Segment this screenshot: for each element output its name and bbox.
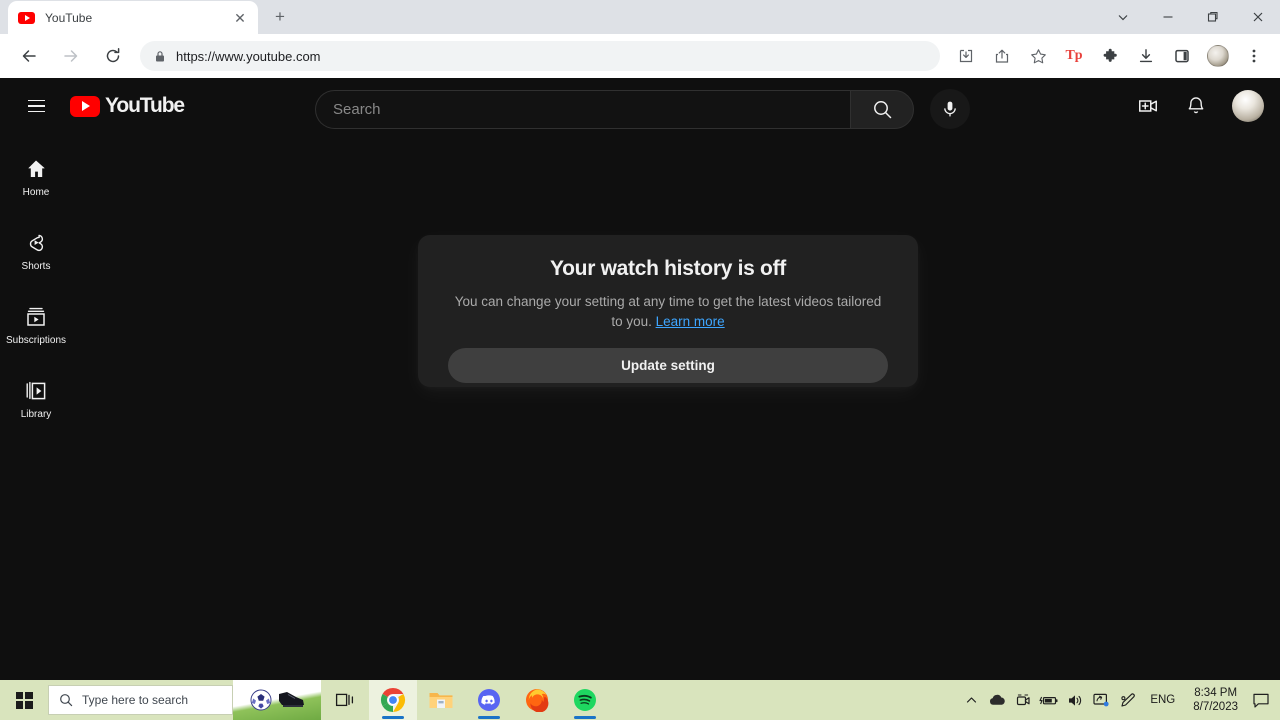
clock-date: 8/7/2023	[1193, 701, 1238, 713]
maximize-icon[interactable]	[1190, 1, 1235, 33]
volume-icon[interactable]	[1062, 680, 1088, 720]
display-share-icon[interactable]	[1088, 680, 1114, 720]
search-icon	[60, 694, 73, 707]
window-controls	[1100, 0, 1280, 34]
windows-taskbar: Type here to search ENG 8:34 PM 8/7/2023	[0, 680, 1280, 720]
taskbar-item-spotify[interactable]	[561, 680, 609, 720]
sidebar-item-subscriptions[interactable]: Subscriptions	[0, 288, 72, 362]
youtube-logo-text: YouTube	[105, 94, 185, 117]
notification-center-icon[interactable]	[1246, 680, 1276, 720]
forward-arrow-icon	[55, 40, 87, 72]
sidebar-item-label: Home	[22, 186, 50, 198]
browser-tab-youtube[interactable]: YouTube ✕	[8, 1, 258, 34]
sidebar-item-label: Library	[20, 408, 52, 420]
microphone-icon	[944, 101, 956, 117]
extension-tp-icon[interactable]: Tp	[1059, 41, 1089, 71]
lock-icon	[154, 50, 166, 63]
new-tab-button[interactable]: +	[266, 3, 294, 31]
sidebar-item-shorts[interactable]: Shorts	[0, 214, 72, 288]
sidebar-item-label: Subscriptions	[5, 334, 67, 346]
address-bar-url: https://www.youtube.com	[176, 48, 321, 64]
start-button[interactable]	[0, 680, 48, 720]
show-hidden-icons-chevron-up-icon[interactable]	[958, 680, 984, 720]
task-view-icon	[335, 693, 354, 707]
guide-hamburger-icon[interactable]	[16, 86, 56, 126]
youtube-page: YouTube Search Home Shorts Subscriptions…	[0, 78, 1280, 680]
bookmark-star-icon[interactable]	[1023, 41, 1053, 71]
watch-history-off-card: Your watch history is off You can change…	[418, 235, 918, 387]
search-area: Search	[315, 89, 970, 129]
taskbar-item-discord[interactable]	[465, 680, 513, 720]
sidebar-item-library[interactable]: Library	[0, 362, 72, 436]
browser-tab-strip: YouTube ✕ +	[0, 0, 1280, 34]
system-tray: ENG 8:34 PM 8/7/2023	[958, 680, 1280, 720]
home-icon	[28, 160, 45, 177]
minimize-icon[interactable]	[1145, 1, 1190, 33]
youtube-logo-icon	[70, 95, 100, 117]
taskbar-item-firefox[interactable]	[513, 680, 561, 720]
taskbar-item-file-explorer[interactable]	[417, 680, 465, 720]
notifications-bell-icon[interactable]	[1176, 86, 1216, 126]
search-icon	[873, 100, 891, 118]
youtube-logo[interactable]: YouTube	[70, 94, 185, 118]
language-indicator[interactable]: ENG	[1140, 694, 1185, 706]
sidebar-item-home[interactable]: Home	[0, 140, 72, 214]
search-input[interactable]: Search	[315, 89, 850, 129]
battery-icon[interactable]	[1036, 680, 1062, 720]
search-button[interactable]	[850, 89, 914, 129]
close-icon[interactable]: ✕	[232, 10, 248, 26]
update-setting-button[interactable]: Update setting	[448, 348, 888, 383]
card-title: Your watch history is off	[550, 257, 786, 280]
account-avatar[interactable]	[1232, 90, 1264, 122]
youtube-main-content: Your watch history is off You can change…	[72, 134, 1280, 680]
pen-icon[interactable]	[1114, 680, 1140, 720]
masthead-actions	[1128, 86, 1264, 126]
soccer-ball-icon	[250, 689, 271, 711]
taskbar-search-input[interactable]: Type here to search	[48, 685, 233, 715]
share-icon[interactable]	[987, 41, 1017, 71]
side-panel-icon[interactable]	[1167, 41, 1197, 71]
spotify-icon	[574, 689, 596, 711]
youtube-favicon-icon	[18, 11, 35, 24]
clock-time: 8:34 PM	[1194, 687, 1238, 699]
close-window-icon[interactable]	[1235, 1, 1280, 33]
library-icon	[26, 381, 46, 399]
file-explorer-icon	[429, 693, 453, 708]
camera-icon[interactable]	[1010, 680, 1036, 720]
learn-more-link[interactable]: Learn more	[656, 314, 725, 329]
chrome-menu-icon[interactable]	[1239, 41, 1269, 71]
profile-avatar[interactable]	[1203, 41, 1233, 71]
windows-logo-icon	[15, 691, 33, 709]
downloads-icon[interactable]	[1131, 41, 1161, 71]
clock[interactable]: 8:34 PM 8/7/2023	[1185, 686, 1246, 714]
youtube-masthead: YouTube Search	[0, 78, 1280, 134]
subscriptions-icon	[27, 307, 45, 326]
extensions-puzzle-icon[interactable]	[1095, 41, 1125, 71]
create-video-icon[interactable]	[1128, 86, 1168, 126]
card-body: You can change your setting at any time …	[448, 292, 888, 332]
firefox-icon	[526, 689, 549, 712]
taskbar-item-google-chrome[interactable]	[369, 680, 417, 720]
onedrive-cloud-icon[interactable]	[984, 680, 1010, 720]
chrome-icon	[380, 687, 406, 713]
browser-toolbar: https://www.youtube.com Tp	[0, 34, 1280, 78]
shorts-icon	[29, 234, 43, 251]
discord-icon	[478, 689, 500, 711]
tab-search-chevron-down-icon[interactable]	[1100, 1, 1145, 33]
browser-toolbar-icons: Tp	[948, 41, 1272, 71]
back-arrow-icon[interactable]	[13, 40, 45, 72]
voice-search-button[interactable]	[930, 89, 970, 129]
taskbar-search-placeholder: Type here to search	[82, 693, 189, 707]
address-bar[interactable]: https://www.youtube.com	[140, 41, 940, 71]
sidebar-item-label: Shorts	[21, 260, 51, 272]
tab-title: YouTube	[45, 10, 93, 25]
install-app-icon[interactable]	[951, 41, 981, 71]
youtube-sidebar: Home Shorts Subscriptions Library	[0, 134, 72, 680]
soccer-boot-icon	[278, 692, 304, 707]
search-placeholder: Search	[333, 100, 381, 118]
reload-icon[interactable]	[97, 40, 129, 72]
taskbar-item-task-view[interactable]	[321, 680, 369, 720]
news-weather-widget[interactable]	[233, 680, 321, 720]
